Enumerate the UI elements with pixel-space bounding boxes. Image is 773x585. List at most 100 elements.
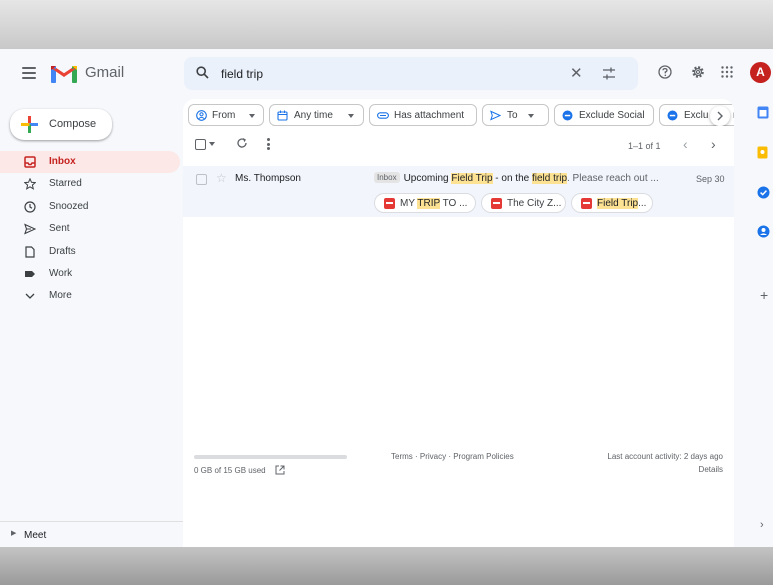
attachment-icon	[377, 112, 389, 119]
attachment-chip[interactable]: Field Trip...	[571, 193, 653, 213]
chip-label: Exclude Social	[579, 110, 645, 121]
snippet-highlight: field trip	[531, 173, 567, 184]
newer-page-icon[interactable]: ‹	[683, 136, 688, 152]
mail-list-panel: From Any time Has attachment To Exclude …	[183, 99, 734, 547]
search-options-icon[interactable]	[602, 67, 616, 80]
footer-links[interactable]: Terms · Privacy · Program Policies	[391, 452, 514, 461]
sidebar-item-more[interactable]: More	[0, 285, 180, 307]
more-options-icon[interactable]	[267, 138, 270, 150]
meet-section[interactable]: ▶ Meet	[0, 521, 183, 547]
sidebar-item-label: Snoozed	[49, 200, 89, 212]
sidebar-item-inbox[interactable]: Inbox	[0, 151, 180, 174]
calendar-icon	[277, 110, 288, 121]
compose-button[interactable]: Compose	[10, 109, 112, 140]
filter-chip-to[interactable]: To	[482, 104, 549, 126]
show-side-panel-icon[interactable]: ›	[760, 519, 764, 531]
sidebar-item-label: Work	[49, 267, 73, 279]
sidebar-item-snoozed[interactable]: Snoozed	[0, 196, 180, 218]
snippet-text: . Please reach out ...	[567, 173, 659, 184]
open-in-new-icon[interactable]	[275, 465, 285, 475]
send-icon	[24, 223, 36, 235]
dropdown-arrow-icon	[348, 114, 354, 118]
select-menu-arrow-icon[interactable]	[209, 142, 215, 146]
subject-highlight: Field Trip	[451, 173, 493, 184]
attachment-chip[interactable]: MY TRIP TO ...	[374, 193, 476, 213]
sidebar-item-sent[interactable]: Sent	[0, 218, 180, 240]
chevron-right-icon	[717, 111, 723, 121]
attachment-name: MY TRIP TO ...	[400, 198, 468, 209]
older-page-icon[interactable]: ›	[711, 136, 716, 152]
select-all-checkbox[interactable]	[195, 139, 206, 150]
filter-chip-any-time[interactable]: Any time	[269, 104, 364, 126]
plus-icon	[21, 116, 38, 133]
calendar-app-icon[interactable]	[757, 106, 769, 119]
last-activity-text: Last account activity: 2 days ago	[607, 452, 723, 461]
search-icon[interactable]	[196, 66, 209, 79]
chip-label: Exclu	[684, 110, 709, 121]
sidebar-item-starred[interactable]: Starred	[0, 173, 180, 195]
email-sender: Ms. Thompson	[235, 173, 301, 184]
chip-label: From	[212, 110, 236, 121]
apps-grid-icon[interactable]	[721, 66, 733, 78]
sidebar-nav: Inbox Starred Snoozed Sent Drafts Work M…	[0, 151, 180, 308]
help-icon[interactable]	[658, 65, 672, 79]
draft-icon	[25, 245, 35, 258]
star-icon[interactable]: ☆	[216, 171, 227, 185]
pdf-icon	[581, 198, 592, 209]
chip-label: To	[507, 110, 518, 121]
main-menu-icon[interactable]	[22, 67, 36, 79]
clear-search-icon[interactable]: ✕	[570, 64, 583, 82]
scroll-chips-right-button[interactable]	[710, 106, 730, 126]
storage-usage-bar	[194, 455, 347, 459]
attachment-name: The City Z...	[507, 198, 562, 209]
contacts-app-icon[interactable]	[757, 225, 770, 238]
clock-icon	[24, 201, 36, 213]
person-icon	[196, 110, 207, 121]
storage-usage-text: 0 GB of 15 GB used	[194, 466, 266, 475]
row-checkbox[interactable]	[196, 174, 207, 185]
email-date: Sep 30	[696, 174, 725, 184]
search-filter-chips: From Any time Has attachment To Exclude …	[188, 104, 734, 126]
send-icon	[490, 110, 501, 121]
inbox-icon	[24, 156, 36, 168]
inbox-badge: Inbox	[374, 172, 400, 183]
refresh-icon[interactable]	[236, 137, 248, 149]
sidebar-item-work[interactable]: Work	[0, 263, 180, 285]
expand-arrow-icon: ▶	[11, 530, 17, 537]
gmail-logo-icon[interactable]	[51, 63, 77, 83]
filter-chip-exclude-social[interactable]: Exclude Social	[554, 104, 654, 126]
pdf-icon	[384, 198, 395, 209]
attachment-chip[interactable]: The City Z...	[481, 193, 566, 213]
add-addon-icon[interactable]: +	[760, 287, 768, 303]
meet-label: Meet	[24, 530, 47, 541]
label-icon	[25, 270, 35, 277]
details-link[interactable]: Details	[596, 465, 723, 474]
tasks-app-icon[interactable]	[757, 186, 770, 199]
search-bar: ✕	[184, 57, 638, 90]
filter-chip-has-attachment[interactable]: Has attachment	[369, 104, 477, 126]
dropdown-arrow-icon	[528, 114, 534, 118]
email-row[interactable]: ☆ Ms. Thompson Inbox Upcoming Field Trip …	[183, 166, 734, 217]
filter-chip-from[interactable]: From	[188, 104, 264, 126]
minus-circle-icon	[667, 110, 678, 121]
chip-label-tail: rom	[733, 110, 734, 121]
sidebar-item-label: Starred	[49, 178, 82, 190]
app-name: Gmail	[85, 64, 125, 81]
pagination-text: 1–1 of 1	[628, 141, 661, 151]
sidebar-item-label: Inbox	[49, 156, 76, 167]
subject-text: Upcoming	[403, 173, 452, 184]
gmail-window: Gmail ✕ A	[0, 49, 773, 547]
chip-label: Any time	[294, 110, 333, 121]
sidebar-item-drafts[interactable]: Drafts	[0, 241, 180, 263]
chevron-down-icon	[25, 293, 35, 300]
search-input[interactable]	[221, 65, 541, 82]
list-toolbar: 1–1 of 1 ‹ ›	[183, 133, 734, 155]
dropdown-arrow-icon	[249, 114, 255, 118]
keep-app-icon[interactable]	[757, 146, 768, 159]
sidebar-item-label: Drafts	[49, 245, 76, 257]
attachment-name: Field Trip...	[597, 198, 647, 209]
settings-gear-icon[interactable]	[691, 65, 705, 79]
email-subject-snippet: Inbox Upcoming Field Trip - on the field …	[374, 172, 670, 186]
minus-circle-icon	[562, 110, 573, 121]
account-avatar[interactable]: A	[750, 62, 771, 83]
